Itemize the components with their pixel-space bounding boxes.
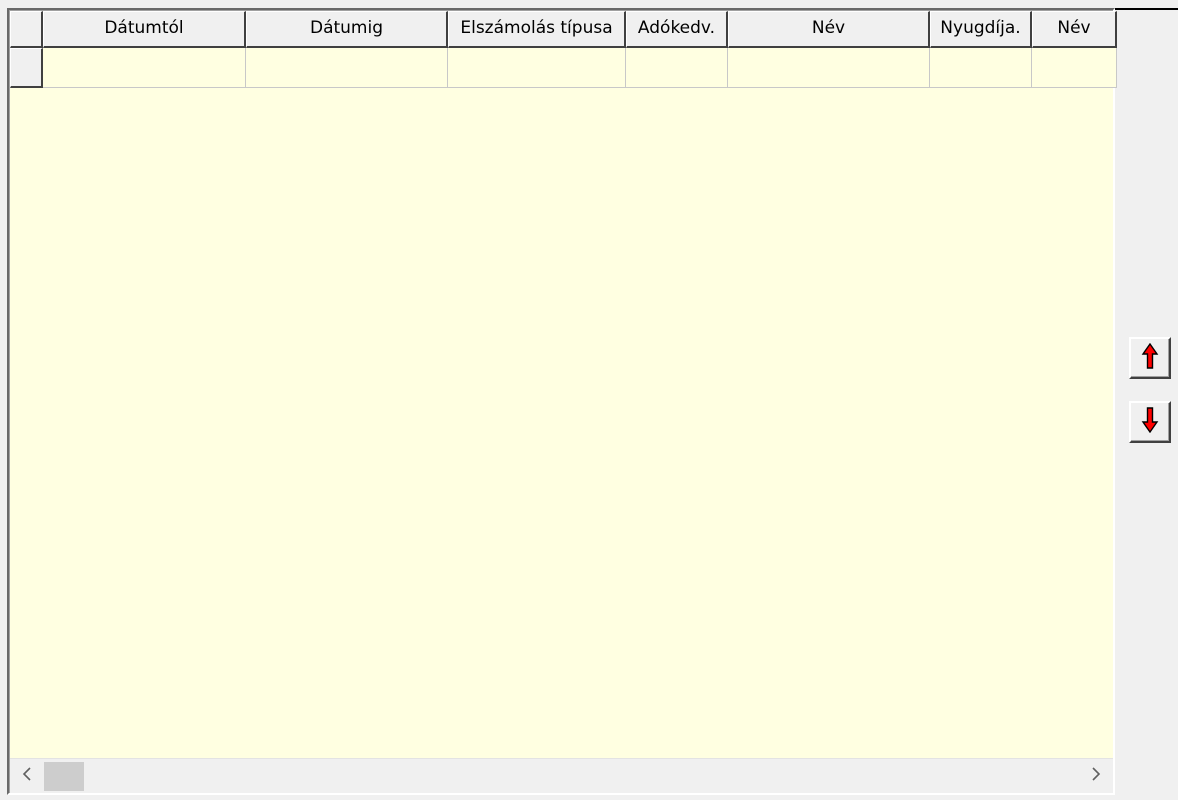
move-down-button[interactable] [1129, 401, 1171, 443]
row-indicator-header [10, 11, 43, 48]
table-row[interactable] [10, 48, 1117, 88]
horizontal-scrollbar[interactable] [10, 758, 1113, 793]
chevron-right-icon [1091, 766, 1101, 786]
cell-nev[interactable] [728, 48, 930, 88]
cell-datumig[interactable] [246, 48, 448, 88]
column-header-nyugdija[interactable]: Nyugdíja. [930, 11, 1032, 48]
column-header-elszamolas-tipusa[interactable]: Elszámolás típusa [448, 11, 626, 48]
cell-datumtol[interactable] [43, 48, 246, 88]
row-indicator[interactable] [10, 48, 43, 88]
data-grid[interactable]: Dátumtól Dátumig Elszámolás típusa Adóke… [7, 8, 1117, 795]
column-header-nev[interactable]: Név [728, 11, 930, 48]
cell-adokedv[interactable] [626, 48, 728, 88]
chevron-left-icon [22, 766, 32, 786]
header-row: Dátumtól Dátumig Elszámolás típusa Adóke… [10, 11, 1117, 48]
column-header-datumig[interactable]: Dátumig [246, 11, 448, 48]
move-up-button[interactable] [1129, 337, 1171, 379]
scroll-left-button[interactable] [10, 759, 44, 793]
column-header-datumtol[interactable]: Dátumtól [43, 11, 246, 48]
column-header-adokedv[interactable]: Adókedv. [626, 11, 728, 48]
grid-inner: Dátumtól Dátumig Elszámolás típusa Adóke… [9, 10, 1117, 793]
top-border-line [1115, 8, 1178, 10]
cell-elszamolas-tipusa[interactable] [448, 48, 626, 88]
cell-nev-2[interactable] [1032, 48, 1117, 88]
scroll-right-button[interactable] [1079, 759, 1113, 793]
cell-nyugdija[interactable] [930, 48, 1032, 88]
red-down-arrow-icon [1141, 406, 1159, 438]
red-up-arrow-icon [1141, 342, 1159, 374]
scrollbar-thumb[interactable] [44, 762, 84, 791]
column-header-nev-2[interactable]: Név [1032, 11, 1117, 48]
